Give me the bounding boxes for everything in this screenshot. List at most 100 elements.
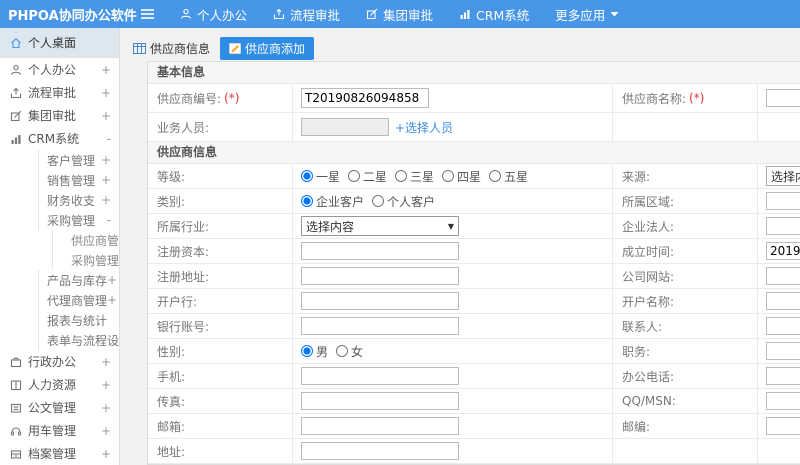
sidebar-item-personal-desktop[interactable]: 个人桌面 bbox=[0, 28, 119, 58]
top-navigation: 个人办公 流程审批 集团审批 CRM系统 更多应用 bbox=[180, 5, 619, 24]
app-logo: PHPOA协同办公软件 bbox=[8, 8, 137, 24]
expand-icon[interactable]: + bbox=[101, 355, 111, 369]
sidebar-item-crm-system[interactable]: CRM系统 - bbox=[0, 127, 119, 150]
field-label: 所属行业: bbox=[148, 214, 293, 238]
field-label: 供应商编号: (*) bbox=[148, 84, 293, 112]
sidebar-item-group-approval[interactable]: 集团审批 + bbox=[0, 104, 119, 127]
sidebar-item-finance[interactable]: 财务收支 + bbox=[38, 190, 119, 210]
website-input[interactable] bbox=[766, 267, 800, 285]
expand-icon[interactable]: + bbox=[101, 193, 111, 207]
office-phone-input[interactable] bbox=[766, 367, 800, 385]
business-person-input[interactable] bbox=[301, 118, 389, 136]
expand-icon[interactable]: + bbox=[101, 378, 111, 392]
sidebar-item-vehicle-management[interactable]: 用车管理 + bbox=[0, 419, 119, 442]
field-label: 来源: bbox=[613, 164, 758, 188]
email-input[interactable] bbox=[301, 417, 459, 435]
sidebar-item-document-management[interactable]: 公文管理 + bbox=[0, 396, 119, 419]
field-label: 公司网站: bbox=[613, 264, 758, 288]
expand-icon[interactable]: + bbox=[107, 273, 117, 287]
source-select[interactable]: 选择内容 ▼ bbox=[766, 166, 800, 186]
mobile-input[interactable] bbox=[301, 367, 459, 385]
expand-icon[interactable]: + bbox=[101, 63, 111, 77]
industry-select[interactable]: 选择内容 ▼ bbox=[301, 216, 459, 236]
fax-input[interactable] bbox=[301, 392, 459, 410]
topbar: PHPOA协同办公软件 个人办公 流程审批 集团审批 CRM系统 更多应用 bbox=[0, 0, 800, 28]
expand-icon[interactable]: + bbox=[101, 173, 111, 187]
sidebar: 个人桌面 个人办公 + 流程审批 + 集团审批 + CRM系统 - 客户管理 + bbox=[0, 28, 120, 465]
supplier-code-input[interactable] bbox=[301, 88, 429, 108]
sidebar-item-administration[interactable]: 行政办公 + bbox=[0, 350, 119, 373]
briefcase-icon bbox=[10, 356, 22, 368]
radio-gender-female[interactable]: 女 bbox=[336, 343, 363, 360]
sidebar-item-purchasing[interactable]: 采购管理 bbox=[52, 250, 119, 270]
gender-radio-group: 男 女 bbox=[293, 339, 613, 363]
sidebar-item-customer-management[interactable]: 客户管理 + bbox=[38, 150, 119, 170]
radio-level-1star[interactable]: 一星 bbox=[301, 168, 340, 185]
form-row: 供应商编号: (*) 供应商名称: (*) bbox=[148, 84, 800, 113]
upload-icon bbox=[10, 87, 22, 99]
expand-icon[interactable]: + bbox=[107, 293, 117, 307]
radio-level-3star[interactable]: 三星 bbox=[395, 168, 434, 185]
contact-input[interactable] bbox=[766, 317, 800, 335]
sidebar-item-form-process-settings[interactable]: 表单与流程设置 + bbox=[38, 330, 119, 350]
supplier-name-input[interactable] bbox=[766, 89, 800, 107]
topnav-crm-system[interactable]: CRM系统 bbox=[459, 5, 529, 24]
sidebar-item-product-inventory[interactable]: 产品与库存 + bbox=[38, 270, 119, 290]
sidebar-item-label: CRM系统 bbox=[28, 132, 80, 146]
bar-chart-icon bbox=[459, 8, 471, 20]
form-row: 开户行: 开户名称: bbox=[148, 289, 800, 314]
expand-icon[interactable]: + bbox=[101, 86, 111, 100]
expand-icon[interactable]: + bbox=[101, 109, 111, 123]
field-label: 开户行: bbox=[148, 289, 293, 313]
expand-icon[interactable]: + bbox=[101, 447, 111, 461]
topnav-personal-office[interactable]: 个人办公 bbox=[180, 5, 247, 24]
radio-personal-customer[interactable]: 个人客户 bbox=[372, 193, 435, 210]
tab-supplier-add[interactable]: 供应商添加 bbox=[220, 36, 315, 60]
topnav-group-approval[interactable]: 集团审批 bbox=[366, 5, 433, 24]
bank-account-input[interactable] bbox=[301, 317, 459, 335]
sidebar-item-supplier-management[interactable]: 供应商管理 bbox=[52, 230, 119, 250]
region-input[interactable] bbox=[766, 192, 800, 210]
edit-icon bbox=[10, 110, 22, 122]
field-label: 所属区域: bbox=[613, 189, 758, 213]
sidebar-item-reports-statistics[interactable]: 报表与统计 bbox=[38, 310, 119, 330]
radio-gender-male[interactable]: 男 bbox=[301, 343, 328, 360]
topnav-label: 流程审批 bbox=[290, 7, 341, 23]
topnav-process-approval[interactable]: 流程审批 bbox=[273, 5, 340, 24]
radio-level-4star[interactable]: 四星 bbox=[442, 168, 481, 185]
expand-icon[interactable]: + bbox=[101, 424, 111, 438]
tab-supplier-info[interactable]: 供应商信息 bbox=[133, 40, 210, 57]
sidebar-item-agent-management[interactable]: 代理商管理 + bbox=[38, 290, 119, 310]
sidebar-item-human-resources[interactable]: 人力资源 + bbox=[0, 373, 119, 396]
add-form-icon bbox=[229, 42, 242, 54]
radio-level-2star[interactable]: 二星 bbox=[348, 168, 387, 185]
expand-icon[interactable]: + bbox=[101, 401, 111, 415]
radio-level-5star[interactable]: 五星 bbox=[489, 168, 528, 185]
select-person-link[interactable]: +选择人员 bbox=[395, 119, 453, 136]
radio-enterprise-customer[interactable]: 企业客户 bbox=[301, 193, 364, 210]
collapse-icon[interactable]: - bbox=[107, 132, 111, 146]
bank-input[interactable] bbox=[301, 292, 459, 310]
collapse-icon[interactable]: - bbox=[107, 213, 111, 227]
topnav-more-apps[interactable]: 更多应用 bbox=[555, 5, 619, 24]
sidebar-item-label: 档案管理 bbox=[28, 447, 77, 461]
registered-capital-input[interactable] bbox=[301, 242, 459, 260]
sidebar-item-label: 行政办公 bbox=[28, 355, 77, 369]
sidebar-item-sales-management[interactable]: 销售管理 + bbox=[38, 170, 119, 190]
zip-input[interactable] bbox=[766, 417, 800, 435]
field-label: 邮编: bbox=[613, 414, 758, 438]
registered-address-input[interactable] bbox=[301, 267, 459, 285]
field-label: 开户名称: bbox=[613, 289, 758, 313]
expand-icon[interactable]: + bbox=[101, 153, 111, 167]
sidebar-item-archive-management[interactable]: 档案管理 + bbox=[0, 442, 119, 465]
qq-msn-input[interactable] bbox=[766, 392, 800, 410]
sidebar-item-personal-office[interactable]: 个人办公 + bbox=[0, 58, 119, 81]
sidebar-item-process-approval[interactable]: 流程审批 + bbox=[0, 81, 119, 104]
hamburger-menu-icon[interactable] bbox=[140, 8, 170, 20]
address-input[interactable] bbox=[301, 442, 459, 460]
legal-person-input[interactable] bbox=[766, 217, 800, 235]
sidebar-item-purchase-management[interactable]: 采购管理 - bbox=[38, 210, 119, 230]
position-input[interactable] bbox=[766, 342, 800, 360]
established-date-input[interactable] bbox=[766, 242, 800, 260]
account-name-input[interactable] bbox=[766, 292, 800, 310]
